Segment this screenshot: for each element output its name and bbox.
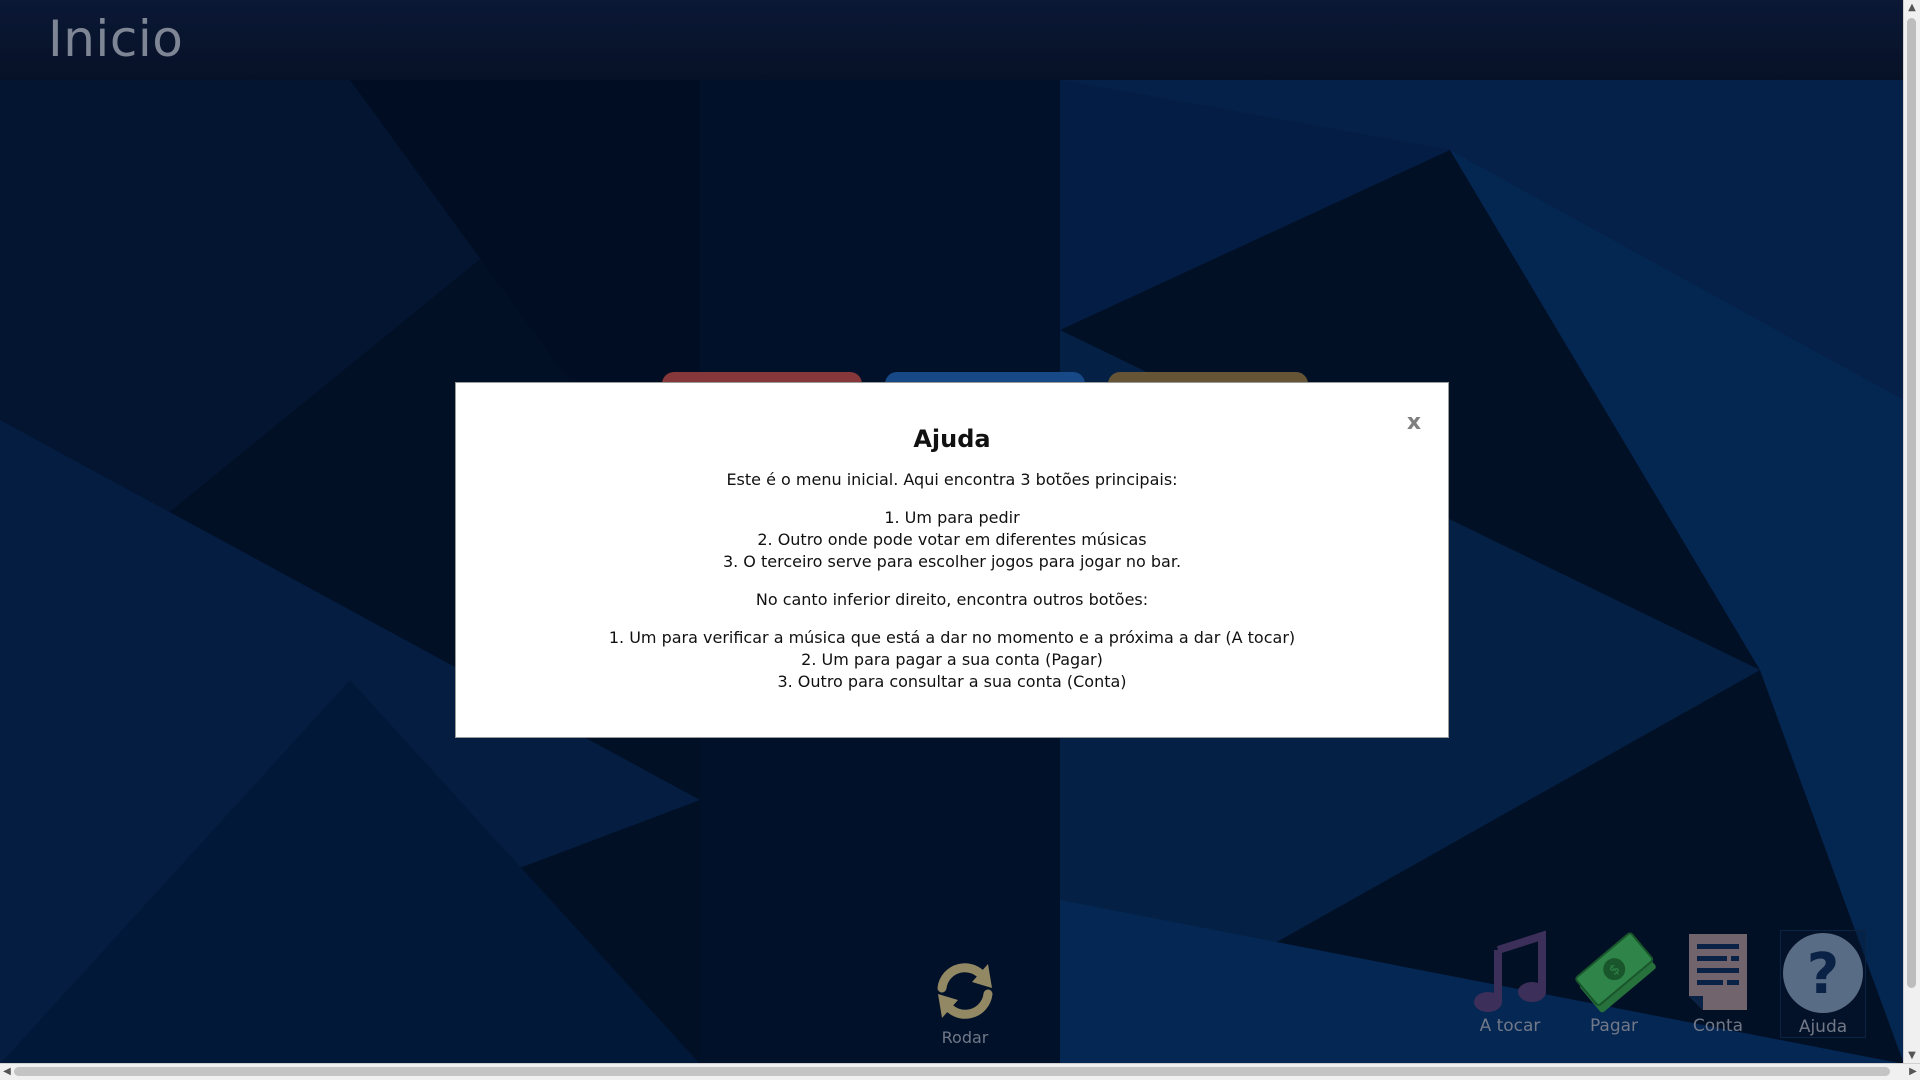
dialog-intro: Este é o menu inicial. Aqui encontra 3 b…: [726, 470, 1178, 489]
scroll-left-arrow-icon[interactable]: ◀: [0, 1064, 14, 1080]
other-buttons-list: 1. Um para verificar a música que está a…: [456, 627, 1448, 693]
main-buttons-list: 1. Um para pedir 2. Outro onde pode vota…: [456, 507, 1448, 573]
close-button[interactable]: x: [1400, 409, 1428, 437]
horizontal-scrollbar[interactable]: ◀ ▶: [0, 1063, 1920, 1080]
dialog-title: Ajuda: [913, 425, 991, 453]
horizontal-scroll-thumb[interactable]: [14, 1067, 1890, 1076]
list-item: 3. Outro para consultar a sua conta (Con…: [777, 672, 1127, 691]
list-item: 1. Um para verificar a música que está a…: [608, 628, 1296, 647]
scroll-up-arrow-icon[interactable]: ▲: [1904, 0, 1920, 16]
help-dialog: x Ajuda Este é o menu inicial. Aqui enco…: [455, 382, 1449, 738]
dialog-other-intro: No canto inferior direito, encontra outr…: [755, 590, 1149, 609]
scroll-down-arrow-icon[interactable]: ▼: [1904, 1048, 1920, 1064]
scroll-right-arrow-icon[interactable]: ▶: [1906, 1064, 1920, 1080]
list-item: 1. Um para pedir: [884, 508, 1020, 527]
vertical-scroll-thumb[interactable]: [1907, 18, 1916, 988]
list-item: 2. Um para pagar a sua conta (Pagar): [801, 650, 1103, 669]
list-item: 2. Outro onde pode votar em diferentes m…: [757, 530, 1147, 549]
vertical-scrollbar[interactable]: ▲ ▼: [1903, 0, 1920, 1064]
list-item: 3. O terceiro serve para escolher jogos …: [722, 552, 1182, 571]
